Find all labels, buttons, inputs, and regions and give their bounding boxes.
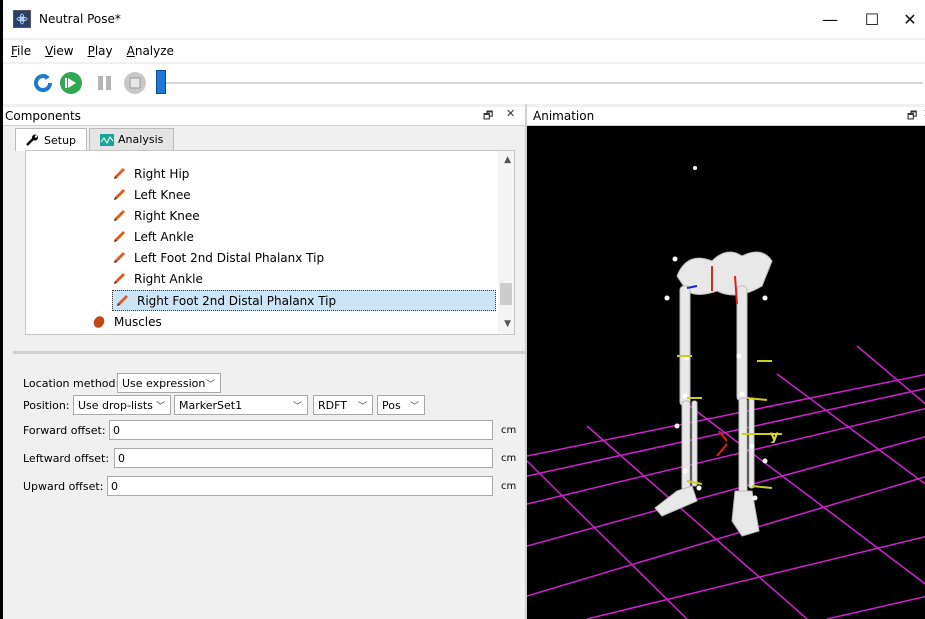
properties-panel: Location method: Use expression ﹀ Positio… bbox=[13, 354, 527, 619]
tree-item[interactable]: Left Ankle bbox=[112, 227, 194, 246]
tree-item[interactable]: Right Knee bbox=[112, 206, 200, 225]
main-window: Neutral Pose* — ☐ ✕ File View Play Analy… bbox=[0, 0, 925, 619]
forward-unit: cm bbox=[501, 425, 517, 436]
animation-viewport[interactable]: y bbox=[527, 126, 925, 619]
stop-button[interactable] bbox=[123, 71, 147, 95]
skeleton bbox=[654, 251, 773, 537]
components-tabs: Setup Analysis bbox=[15, 128, 176, 151]
forward-offset-field[interactable]: 0 bbox=[109, 420, 493, 440]
time-slider-handle[interactable] bbox=[156, 70, 166, 94]
animation-panel-title: Animation bbox=[533, 109, 595, 123]
tree-item[interactable]: Right Ankle bbox=[112, 269, 203, 288]
components-panel-header: Components 🗗 ✕ bbox=[3, 107, 525, 126]
position-label: Position: bbox=[23, 399, 70, 412]
minimize-icon: — bbox=[822, 9, 838, 29]
close-panel-icon[interactable]: ✕ bbox=[506, 107, 515, 120]
position-mode-select[interactable]: Use drop-lists ﹀ bbox=[73, 395, 171, 415]
leftward-offset-label: Leftward offset: bbox=[23, 452, 110, 465]
menu-bar: File View Play Analyze bbox=[3, 40, 925, 62]
muscle-icon bbox=[93, 315, 105, 328]
app-icon bbox=[13, 10, 31, 28]
animation-panel-header: Animation 🗗 ✕ bbox=[527, 107, 925, 126]
analysis-icon bbox=[100, 133, 115, 146]
stop-icon bbox=[124, 72, 146, 94]
marker-icon bbox=[114, 188, 125, 200]
scroll-up-icon[interactable]: ▲ bbox=[504, 155, 511, 165]
marker-icon bbox=[114, 251, 125, 263]
float-panel-icon[interactable]: 🗗 bbox=[907, 107, 917, 126]
location-method-label: Location method: bbox=[23, 377, 120, 390]
tab-setup[interactable]: Setup bbox=[15, 128, 88, 151]
marker-icon bbox=[114, 209, 125, 221]
toolbar bbox=[3, 64, 925, 104]
play-button[interactable] bbox=[59, 71, 83, 95]
time-slider-track[interactable] bbox=[163, 82, 923, 84]
window-title: Neutral Pose* bbox=[39, 12, 121, 26]
chevron-down-icon: ﹀ bbox=[357, 402, 367, 412]
components-panel-title: Components bbox=[5, 109, 81, 123]
marker-set-select[interactable]: MarkerSet1 ﹀ bbox=[174, 395, 308, 415]
restart-icon bbox=[34, 74, 53, 93]
tree-item[interactable]: Left Knee bbox=[112, 185, 191, 204]
marker-icon bbox=[114, 167, 125, 179]
upward-offset-field[interactable]: 0 bbox=[107, 476, 493, 496]
menu-analyze[interactable]: Analyze bbox=[127, 44, 174, 58]
upward-offset-label: Upward offset: bbox=[23, 480, 104, 493]
skeleton-scene: y bbox=[527, 166, 925, 619]
title-bar: Neutral Pose* — ☐ ✕ bbox=[3, 0, 925, 38]
upward-unit: cm bbox=[501, 481, 517, 492]
chevron-down-icon: ﹀ bbox=[205, 380, 215, 390]
component-tree[interactable]: Right Hip Left Knee Right Knee Left Ankl… bbox=[25, 150, 515, 335]
close-button[interactable]: ✕ bbox=[887, 0, 925, 38]
y-axis-label: y bbox=[770, 429, 779, 444]
marker-select[interactable]: RDFT ﹀ bbox=[313, 395, 373, 415]
scroll-down-icon[interactable]: ▼ bbox=[504, 319, 511, 329]
menu-file[interactable]: File bbox=[11, 44, 31, 58]
pause-button[interactable] bbox=[93, 71, 117, 95]
floor-grid bbox=[527, 345, 925, 619]
chevron-down-icon: ﹀ bbox=[292, 402, 302, 412]
close-icon: ✕ bbox=[903, 9, 917, 29]
menu-play[interactable]: Play bbox=[88, 44, 113, 58]
tree-item[interactable]: Right Hip bbox=[112, 164, 189, 183]
menu-view[interactable]: View bbox=[45, 44, 73, 58]
marker-icon bbox=[114, 230, 125, 242]
marker-icon bbox=[114, 272, 125, 284]
tree-item-selected[interactable]: Right Foot 2nd Distal Phalanx Tip bbox=[112, 290, 496, 311]
forward-offset-label: Forward offset: bbox=[23, 424, 106, 437]
chevron-down-icon: ﹀ bbox=[409, 402, 419, 412]
scroll-thumb[interactable] bbox=[500, 283, 512, 305]
maximize-icon: ☐ bbox=[864, 9, 880, 29]
float-panel-icon[interactable]: 🗗 bbox=[483, 107, 493, 126]
marker-icon bbox=[117, 294, 128, 306]
tree-item[interactable]: Left Foot 2nd Distal Phalanx Tip bbox=[112, 248, 324, 267]
tree-item-muscles[interactable]: Muscles bbox=[92, 312, 162, 331]
leftward-offset-field[interactable]: 0 bbox=[114, 448, 493, 468]
chevron-down-icon: ﹀ bbox=[155, 402, 165, 412]
tree-scrollbar[interactable]: ▲ ▼ bbox=[498, 151, 514, 334]
component-select[interactable]: Pos ﹀ bbox=[377, 395, 425, 415]
wrench-icon bbox=[26, 134, 38, 146]
pause-icon bbox=[98, 76, 111, 90]
tab-analysis[interactable]: Analysis bbox=[89, 128, 175, 150]
restart-button[interactable] bbox=[31, 71, 55, 95]
leftward-unit: cm bbox=[501, 453, 517, 464]
location-method-select[interactable]: Use expression ﹀ bbox=[117, 373, 221, 393]
play-icon bbox=[60, 72, 82, 94]
minimize-button[interactable]: — bbox=[807, 0, 853, 38]
